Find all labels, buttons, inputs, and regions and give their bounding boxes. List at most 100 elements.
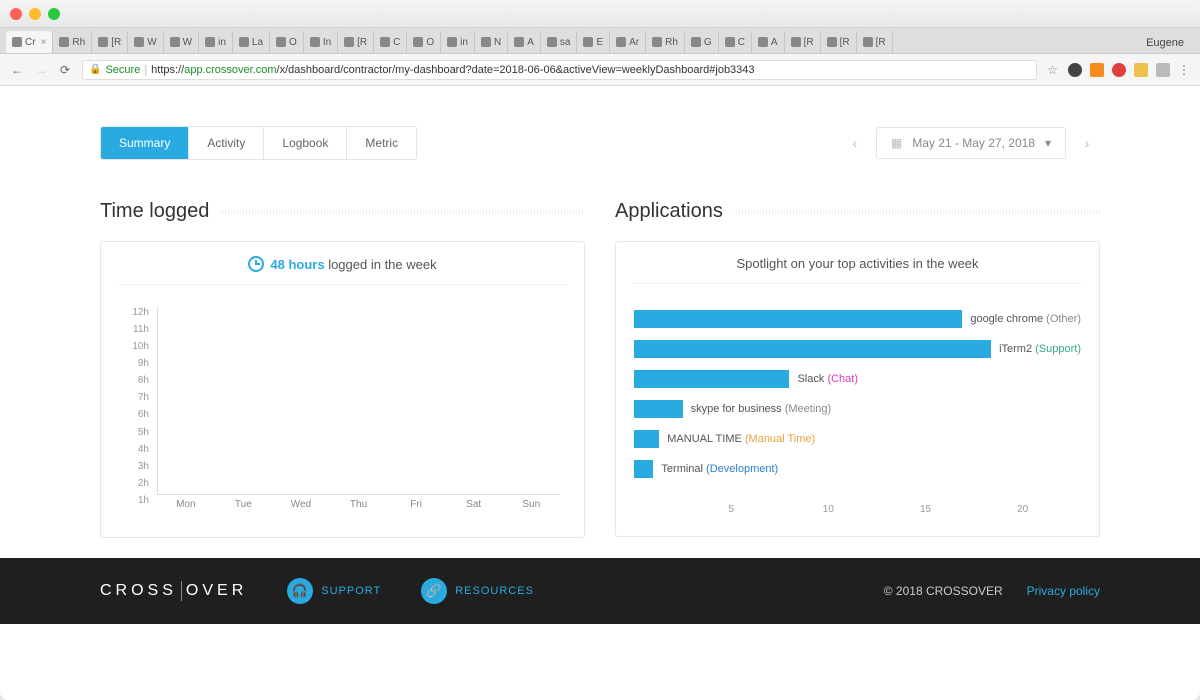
tab-title: W [183, 37, 192, 48]
browser-tab[interactable]: W [164, 31, 199, 53]
back-button[interactable]: ← [10, 63, 24, 77]
tab-logbook[interactable]: Logbook [264, 127, 347, 159]
tab-title: in [460, 37, 468, 48]
app-label: MANUAL TIME (Manual Time) [667, 433, 815, 445]
browser-tab[interactable]: O [407, 31, 441, 53]
extension-icon[interactable] [1134, 63, 1148, 77]
browser-tab[interactable]: [R [821, 31, 857, 53]
browser-tab[interactable]: in [199, 31, 233, 53]
browser-tab[interactable]: La [233, 31, 270, 53]
x-axis: MonTueWedThuFriSatSun [157, 499, 560, 519]
extension-icons: ⋮ [1068, 63, 1190, 77]
app-bar[interactable] [634, 310, 962, 328]
page-footer: CROSS OVER 🎧 SUPPORT 🔗 RESOURCES © 2018 … [0, 558, 1200, 624]
x-tick: Sun [502, 499, 560, 519]
tab-title: Rh [72, 37, 85, 48]
reload-button[interactable]: ⟳ [58, 63, 72, 77]
browser-tab[interactable]: [R [92, 31, 128, 53]
browser-tab[interactable]: C [719, 31, 752, 53]
forward-button[interactable]: → [34, 63, 48, 77]
favicon [310, 37, 320, 47]
extension-icon[interactable] [1068, 63, 1082, 77]
browser-tab[interactable]: Rh [646, 31, 685, 53]
browser-tab[interactable]: sa [541, 31, 578, 53]
favicon [413, 37, 423, 47]
favicon [583, 37, 593, 47]
x-tick: Wed [272, 499, 330, 519]
page-content: SummaryActivityLogbookMetric ‹ ▦ May 21 … [0, 86, 1200, 700]
x-tick: 20 [1017, 504, 1028, 515]
bookmark-star-icon[interactable]: ☆ [1047, 63, 1058, 77]
app-bar[interactable] [634, 460, 653, 478]
browser-tab[interactable]: W [128, 31, 163, 53]
favicon [827, 37, 837, 47]
browser-tab[interactable]: A [508, 31, 541, 53]
tab-title: A [771, 37, 778, 48]
browser-tab[interactable]: [R [857, 31, 893, 53]
maximize-window-button[interactable] [48, 8, 60, 20]
app-bar[interactable] [634, 370, 789, 388]
chart-plot [157, 307, 560, 495]
extension-icon[interactable] [1156, 63, 1170, 77]
browser-tab[interactable]: Rh [53, 31, 92, 53]
applications-panel: Applications Spotlight on your top activ… [615, 200, 1100, 538]
dashboard-tabs: SummaryActivityLogbookMetric [100, 126, 417, 160]
app-bar[interactable] [634, 430, 659, 448]
favicon [447, 37, 457, 47]
browser-menu-icon[interactable]: ⋮ [1178, 63, 1190, 77]
x-tick: 10 [823, 504, 834, 515]
extension-icon[interactable] [1090, 63, 1104, 77]
tab-summary[interactable]: Summary [101, 127, 189, 159]
favicon [652, 37, 662, 47]
title-divider [733, 210, 1100, 214]
browser-tab[interactable]: [R [338, 31, 374, 53]
tab-metric[interactable]: Metric [347, 127, 416, 159]
close-tab-icon[interactable]: × [41, 37, 47, 48]
browser-tab[interactable]: In [304, 31, 338, 53]
tab-title: W [147, 37, 156, 48]
browser-tab[interactable]: Ar [610, 31, 646, 53]
url-separator: | [144, 64, 147, 76]
browser-tab[interactable]: in [441, 31, 475, 53]
tab-title: [R [357, 37, 367, 48]
tab-title: G [704, 37, 712, 48]
browser-profile[interactable]: Eugene [1136, 33, 1194, 53]
favicon [239, 37, 249, 47]
calendar-icon: ▦ [891, 136, 902, 150]
browser-tab[interactable]: Cr× [6, 31, 53, 53]
tab-title: [R [876, 37, 886, 48]
hours-suffix: logged in the week [325, 257, 437, 272]
browser-tab[interactable]: A [752, 31, 785, 53]
title-divider [219, 210, 585, 214]
tab-title: [R [840, 37, 850, 48]
app-bar[interactable] [634, 400, 683, 418]
tab-activity[interactable]: Activity [189, 127, 264, 159]
applications-card: Spotlight on your top activities in the … [615, 241, 1100, 537]
app-row: iTerm2 (Support) [634, 340, 1081, 358]
next-week-button[interactable]: › [1074, 127, 1100, 159]
browser-tab[interactable]: E [577, 31, 610, 53]
url-text: https://app.crossover.com/x/dashboard/co… [151, 64, 754, 76]
close-window-button[interactable] [10, 8, 22, 20]
url-bar[interactable]: 🔒 Secure | https://app.crossover.com/x/d… [82, 60, 1037, 80]
secure-label: Secure [105, 64, 140, 76]
browser-tab[interactable]: N [475, 31, 508, 53]
minimize-window-button[interactable] [29, 8, 41, 20]
tab-title: E [596, 37, 603, 48]
browser-tab[interactable]: [R [785, 31, 821, 53]
resources-link[interactable]: 🔗 RESOURCES [421, 578, 534, 604]
app-label: Terminal (Development) [661, 463, 778, 475]
time-logged-panel: Time logged 48 hours logged in the week … [100, 200, 585, 538]
browser-tab[interactable]: O [270, 31, 304, 53]
privacy-link[interactable]: Privacy policy [1027, 584, 1100, 598]
support-link[interactable]: 🎧 SUPPORT [287, 578, 381, 604]
tab-title: in [218, 37, 226, 48]
app-label: google chrome (Other) [970, 313, 1081, 325]
date-range-picker[interactable]: ▦ May 21 - May 27, 2018 ▾ [876, 127, 1066, 159]
browser-tab[interactable]: C [374, 31, 407, 53]
extension-icon[interactable] [1112, 63, 1126, 77]
favicon [616, 37, 626, 47]
app-bar[interactable] [634, 340, 991, 358]
browser-tab[interactable]: G [685, 31, 719, 53]
prev-week-button[interactable]: ‹ [842, 127, 868, 159]
